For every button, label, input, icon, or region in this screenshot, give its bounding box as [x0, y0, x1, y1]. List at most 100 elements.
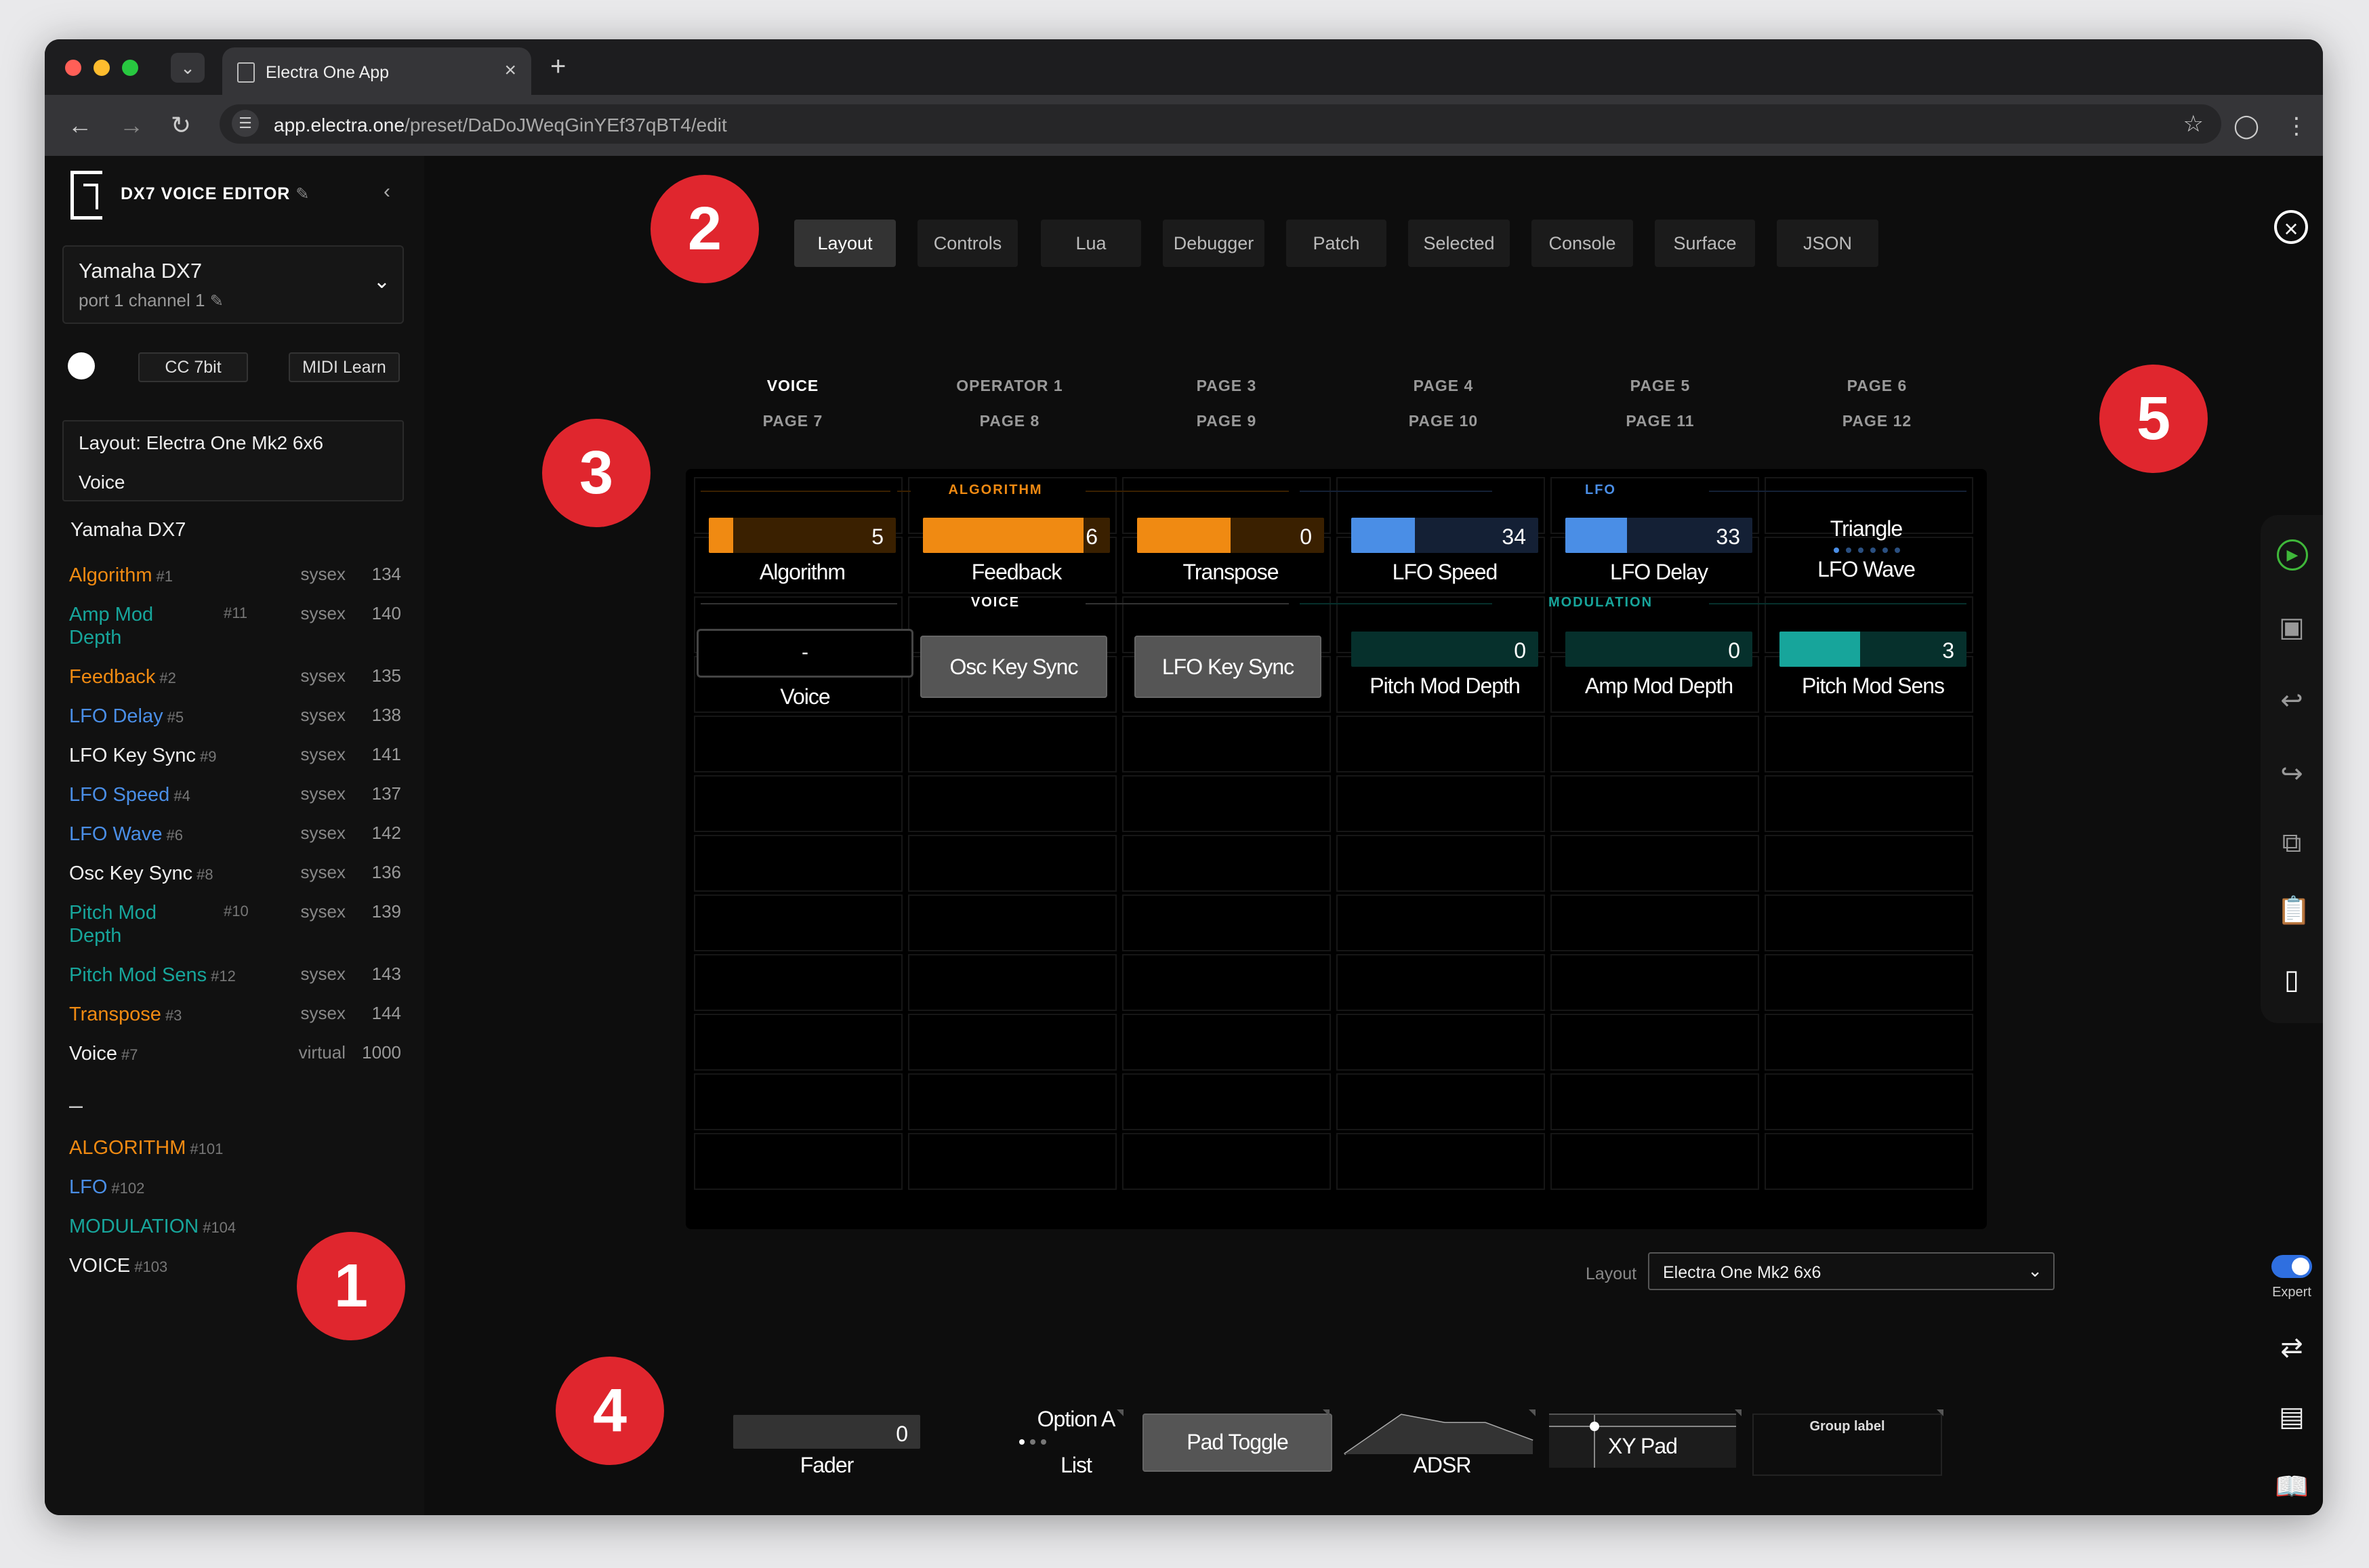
- grid-cell[interactable]: [1765, 954, 1973, 1011]
- tab-console[interactable]: Console: [1531, 220, 1633, 267]
- grid-cell[interactable]: [908, 775, 1117, 832]
- page-tab[interactable]: PAGE 7: [725, 412, 861, 430]
- back-icon[interactable]: ←: [68, 111, 92, 140]
- tab-layout[interactable]: Layout: [794, 220, 896, 267]
- grid-cell[interactable]: [1550, 1073, 1759, 1130]
- control-list-item[interactable]: LFO Key Sync #9 sysex 141: [69, 744, 401, 771]
- profile-icon[interactable]: ◯: [2233, 112, 2259, 140]
- osc-key-sync-pad[interactable]: Osc Key Sync: [920, 636, 1107, 698]
- grid-cell[interactable]: [1122, 716, 1331, 772]
- grid-cell[interactable]: [908, 1014, 1117, 1071]
- grid-cell[interactable]: [908, 894, 1117, 951]
- page-tab[interactable]: PAGE 11: [1592, 412, 1728, 430]
- play-icon[interactable]: ▶: [2277, 539, 2308, 571]
- grid-cell[interactable]: [1765, 1133, 1973, 1190]
- tab-patch[interactable]: Patch: [1286, 220, 1386, 267]
- grid-cell[interactable]: [1336, 1014, 1545, 1071]
- copy-icon[interactable]: ⧉: [2277, 828, 2307, 858]
- control-list-item[interactable]: Pitch Mod Depth #10 sysex 139: [69, 901, 401, 949]
- browser-tab[interactable]: Electra One App ×: [222, 47, 531, 95]
- site-settings-icon[interactable]: ☰: [232, 110, 259, 137]
- grid-cell[interactable]: [1336, 716, 1545, 772]
- grid-cell[interactable]: [694, 1014, 903, 1071]
- grid-cell[interactable]: [908, 716, 1117, 772]
- manual-book-icon[interactable]: 📖: [2274, 1470, 2309, 1502]
- control-list-item[interactable]: LFO Wave #6 sysex 142: [69, 823, 401, 850]
- palette-fader[interactable]: 0: [733, 1415, 920, 1449]
- grid-cell[interactable]: [908, 835, 1117, 892]
- grid-cell[interactable]: [1336, 954, 1545, 1011]
- grid-cell[interactable]: [1550, 835, 1759, 892]
- tab-controls[interactable]: Controls: [918, 220, 1018, 267]
- grid-cell[interactable]: [1550, 1133, 1759, 1190]
- lfo-wave-label[interactable]: LFO Wave: [1762, 557, 1971, 582]
- device-selector[interactable]: Yamaha DX7 port 1 channel 1 ✎ ⌄: [62, 245, 404, 324]
- redo-icon[interactable]: ↪: [2277, 759, 2307, 789]
- tab-search-dropdown[interactable]: ⌄: [171, 53, 205, 83]
- control-list-item[interactable]: Algorithm #1 sysex 134: [69, 564, 401, 591]
- grid-cell[interactable]: [694, 835, 903, 892]
- grid-cell[interactable]: [1550, 716, 1759, 772]
- group-list-item[interactable]: LFO #102: [69, 1176, 144, 1199]
- palette-xy-pad[interactable]: XY Pad: [1549, 1414, 1736, 1468]
- grid-cell[interactable]: [908, 954, 1117, 1011]
- calculator-icon[interactable]: ▤: [2274, 1401, 2309, 1432]
- fader-control[interactable]: 0: [1137, 518, 1324, 553]
- tab-json[interactable]: JSON: [1777, 220, 1878, 267]
- page-tab[interactable]: VOICE: [725, 377, 861, 395]
- minimize-window-button[interactable]: [94, 60, 110, 76]
- palette-pad-toggle[interactable]: Pad Toggle: [1142, 1414, 1332, 1472]
- grid-cell[interactable]: [694, 954, 903, 1011]
- grid-cell[interactable]: [908, 1133, 1117, 1190]
- grid-cell[interactable]: [1765, 835, 1973, 892]
- xy-handle[interactable]: [1590, 1422, 1599, 1431]
- group-list-item[interactable]: MODULATION #104: [69, 1216, 236, 1238]
- control-list-item[interactable]: Amp Mod Depth #11 sysex 140: [69, 603, 401, 651]
- expert-toggle[interactable]: [2271, 1255, 2312, 1278]
- adsr-envelope-icon[interactable]: [1343, 1409, 1540, 1457]
- cc-7bit-button[interactable]: CC 7bit: [138, 352, 248, 382]
- grid-cell[interactable]: [1122, 835, 1331, 892]
- grid-cell[interactable]: [1765, 1014, 1973, 1071]
- grid-cell[interactable]: [1550, 894, 1759, 951]
- page-tab[interactable]: PAGE 5: [1592, 377, 1728, 395]
- grid-cell[interactable]: [1122, 954, 1331, 1011]
- grid-cell[interactable]: [908, 1073, 1117, 1130]
- group-list-item[interactable]: VOICE #103: [69, 1255, 167, 1277]
- lfo-key-sync-pad[interactable]: LFO Key Sync: [1134, 636, 1321, 698]
- tab-selected[interactable]: Selected: [1408, 220, 1510, 267]
- fader-control[interactable]: 3: [1779, 632, 1966, 667]
- undo-icon[interactable]: ↩: [2277, 686, 2307, 716]
- page-tab[interactable]: PAGE 3: [1159, 377, 1294, 395]
- control-list-item[interactable]: Voice #7 virtual 1000: [69, 1042, 401, 1069]
- midi-activity-indicator[interactable]: [68, 352, 95, 379]
- fader-control[interactable]: 5: [709, 518, 896, 553]
- voice-list-control[interactable]: -: [697, 629, 913, 678]
- grid-cell[interactable]: [1336, 1133, 1545, 1190]
- fader-control[interactable]: 34: [1351, 518, 1538, 553]
- grid-cell[interactable]: [1765, 894, 1973, 951]
- grid-cell[interactable]: [1550, 1014, 1759, 1071]
- page-tab[interactable]: PAGE 12: [1809, 412, 1945, 430]
- forward-icon[interactable]: →: [119, 111, 144, 140]
- control-list-item[interactable]: Pitch Mod Sens #12 sysex 143: [69, 964, 401, 991]
- grid-cell[interactable]: [1122, 1133, 1331, 1190]
- fader-control[interactable]: 33: [1565, 518, 1752, 553]
- tab-surface[interactable]: Surface: [1655, 220, 1755, 267]
- edit-port-icon[interactable]: ✎: [210, 292, 224, 310]
- grid-cell[interactable]: [694, 1073, 903, 1130]
- grid-cell[interactable]: [694, 716, 903, 772]
- grid-cell[interactable]: [1122, 1073, 1331, 1130]
- grid-cell[interactable]: [1336, 775, 1545, 832]
- panel-toggle-icon[interactable]: ▯: [2277, 965, 2307, 995]
- close-editor-icon[interactable]: ×: [2274, 210, 2308, 244]
- grid-cell[interactable]: [1122, 775, 1331, 832]
- control-list-item[interactable]: Transpose #3 sysex 144: [69, 1003, 401, 1030]
- page-tab[interactable]: PAGE 4: [1376, 377, 1511, 395]
- chevron-down-icon[interactable]: ⌄: [373, 270, 390, 293]
- grid-cell[interactable]: [694, 894, 903, 951]
- control-list-item[interactable]: Osc Key Sync #8 sysex 136: [69, 862, 401, 889]
- maximize-window-button[interactable]: [122, 60, 138, 76]
- save-icon[interactable]: ▣: [2277, 613, 2307, 642]
- close-tab-icon[interactable]: ×: [504, 59, 516, 82]
